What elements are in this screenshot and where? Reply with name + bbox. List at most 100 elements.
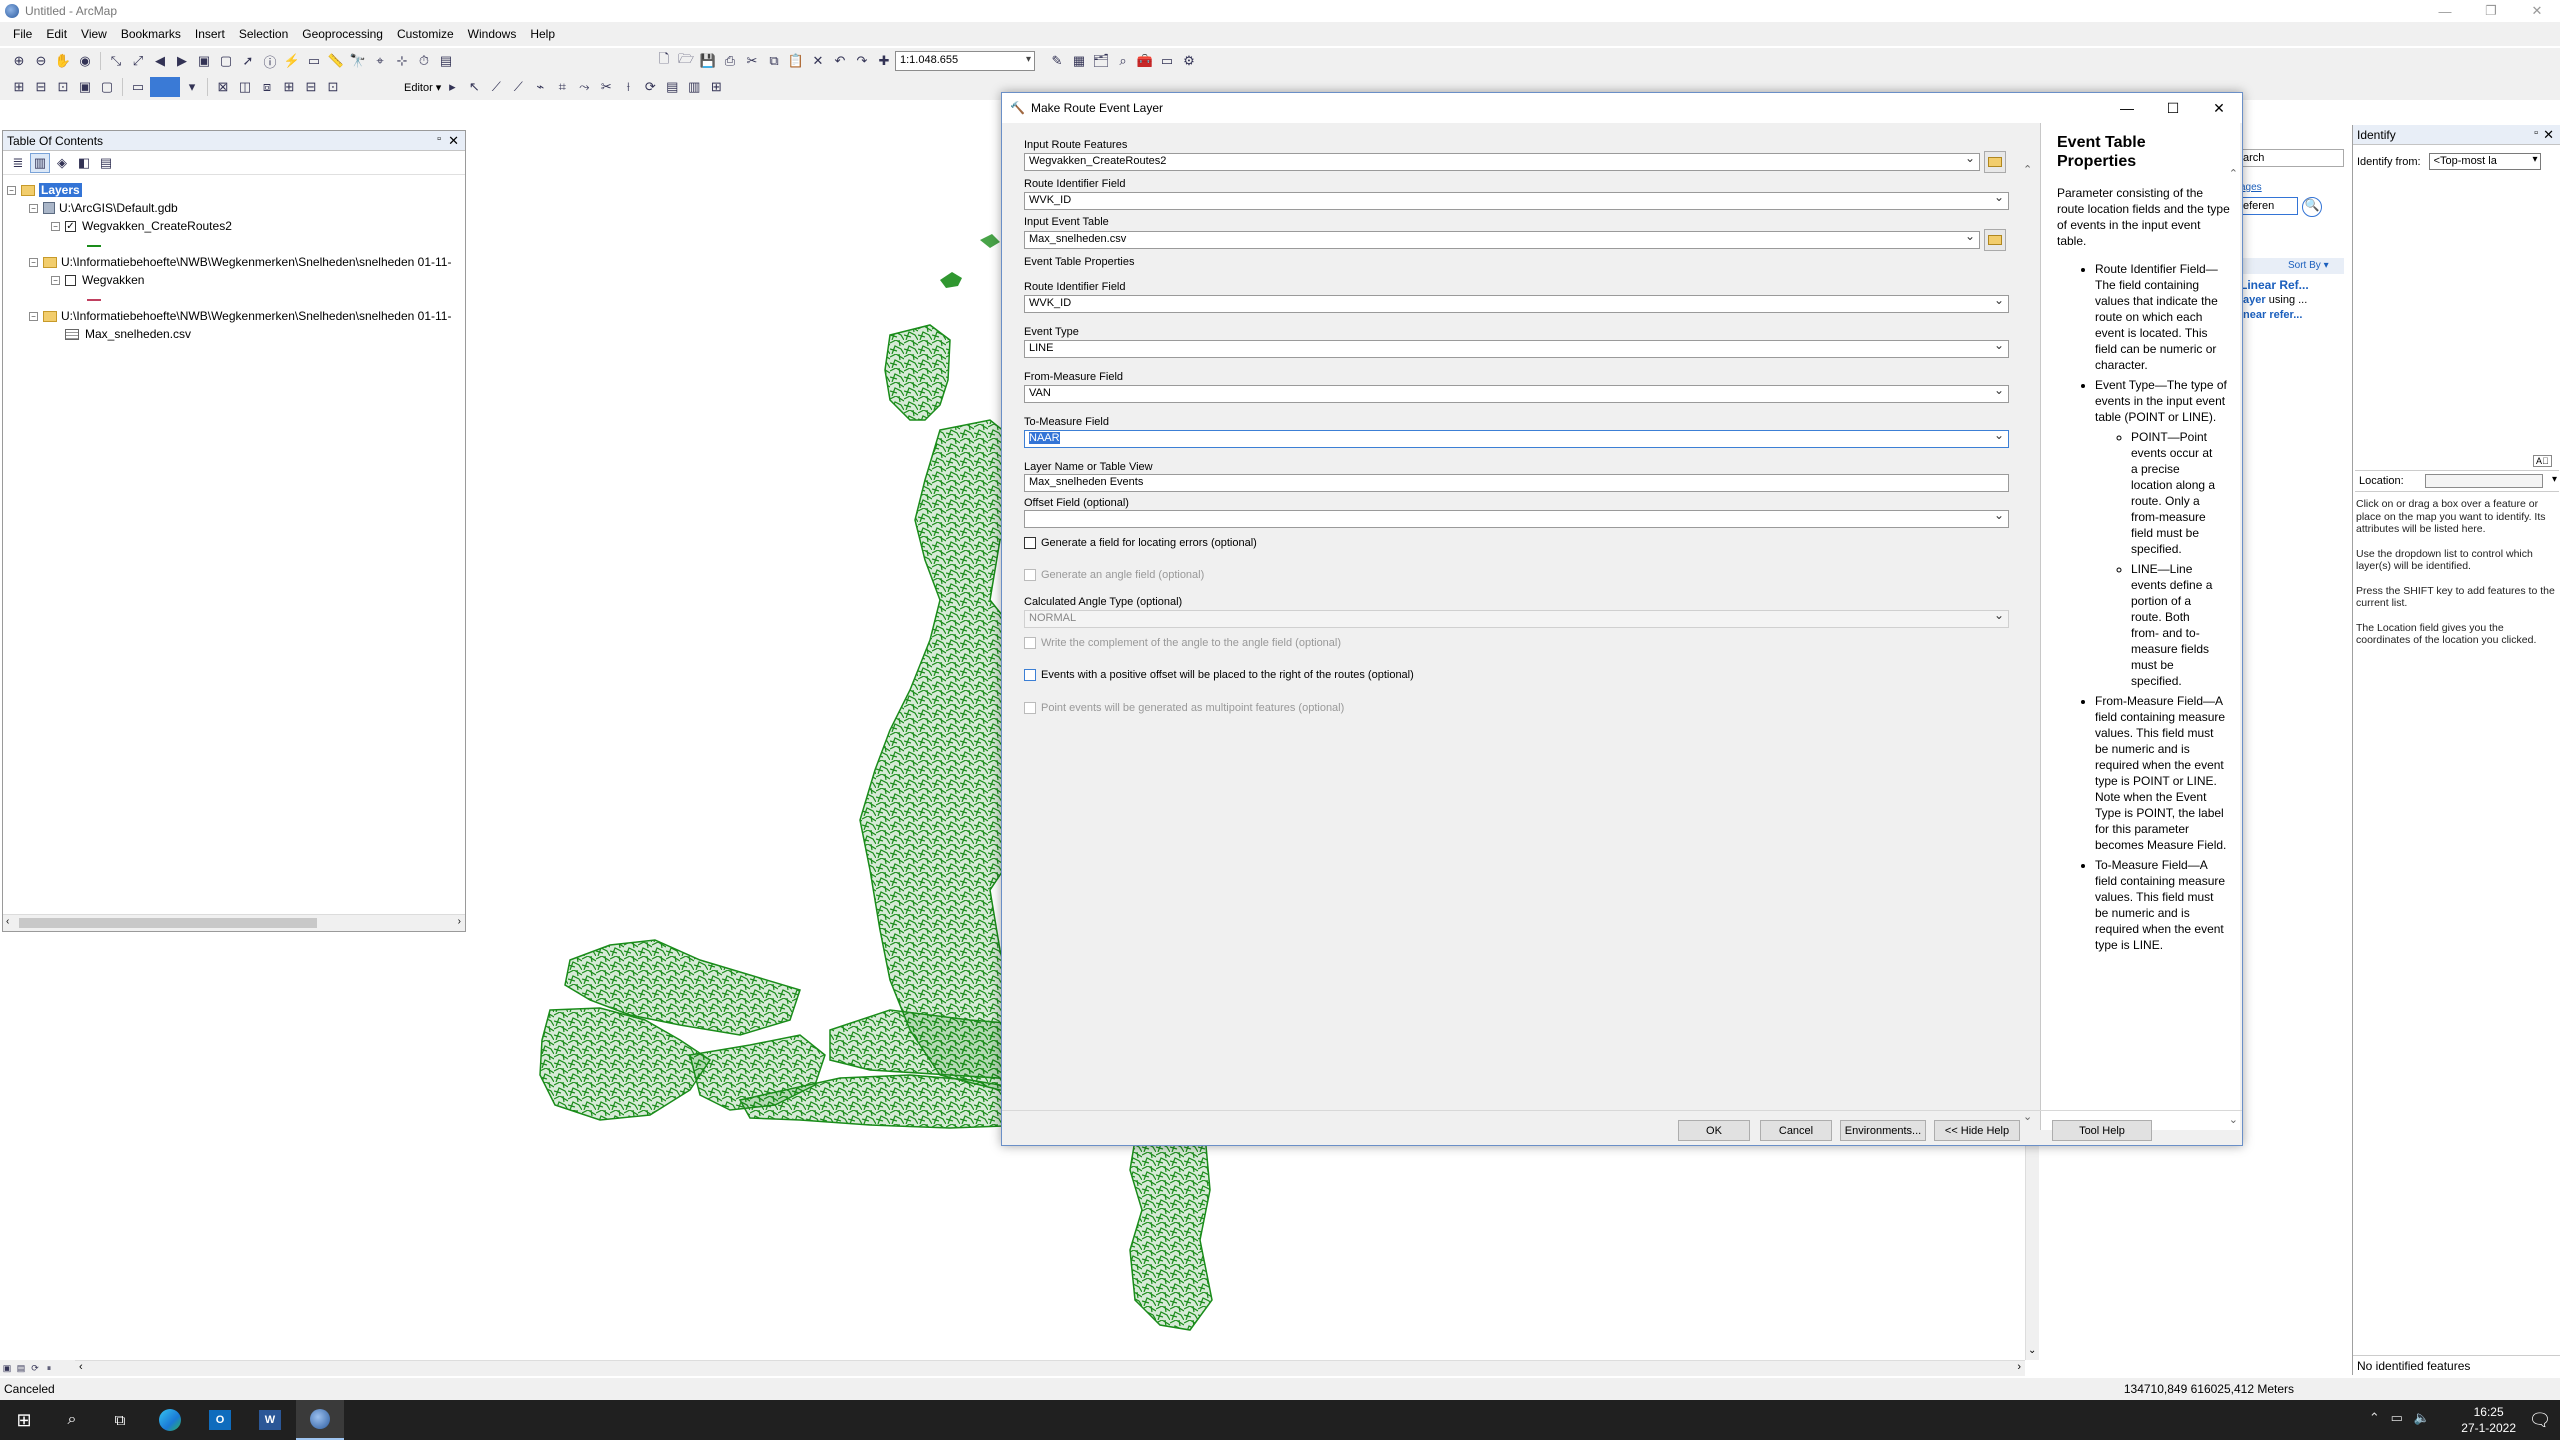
arcmap-taskbar-icon[interactable]: [296, 1400, 344, 1440]
trace-icon[interactable]: ⌁: [530, 77, 550, 97]
scroll-right-icon[interactable]: ›: [2017, 1361, 2021, 1373]
edit-tool-icon[interactable]: ▸: [442, 77, 462, 97]
chevron-up-icon[interactable]: ⌃: [2369, 1410, 2380, 1425]
menu-bookmarks[interactable]: Bookmarks: [114, 27, 188, 41]
advanced-edit-icon[interactable]: ⊡: [323, 77, 343, 97]
new-document-icon[interactable]: 🗋: [654, 51, 674, 71]
form-scrollbar[interactable]: ⌃ ⌄: [2021, 163, 2037, 1123]
tool-help-button[interactable]: Tool Help: [2052, 1120, 2152, 1141]
environments-button[interactable]: Environments...: [1840, 1120, 1926, 1141]
layout-page-icon[interactable]: ▢: [97, 77, 117, 97]
split-icon[interactable]: ⟊: [618, 77, 638, 97]
ok-button[interactable]: OK: [1678, 1120, 1750, 1141]
georef-icon[interactable]: ⊠: [213, 77, 233, 97]
table-of-contents-icon[interactable]: ▦: [1069, 51, 1089, 71]
refresh-icon[interactable]: ⟳: [29, 1362, 41, 1374]
pause-drawing-icon[interactable]: ⏸: [43, 1362, 55, 1374]
fixed-zoom-in-icon[interactable]: ⤡: [106, 51, 126, 71]
reshape-icon[interactable]: ⤳: [574, 77, 594, 97]
menu-customize[interactable]: Customize: [390, 27, 461, 41]
spatial-adjust-icon[interactable]: ⊟: [301, 77, 321, 97]
save-icon[interactable]: 💾: [698, 51, 718, 71]
find-route-icon[interactable]: ⌖: [370, 51, 390, 71]
fixed-zoom-out-icon[interactable]: ⤢: [128, 51, 148, 71]
collapse-icon[interactable]: −: [29, 257, 38, 267]
arctoolbox-icon[interactable]: 🧰: [1135, 51, 1155, 71]
create-features-icon[interactable]: ⊞: [706, 77, 726, 97]
list-by-selection-icon[interactable]: ◧: [74, 153, 94, 173]
python-icon[interactable]: ▭: [1157, 51, 1177, 71]
task-view-icon[interactable]: ⧉: [96, 1400, 144, 1440]
forward-extent-icon[interactable]: ▶: [172, 51, 192, 71]
layout-100-icon[interactable]: ▣: [75, 77, 95, 97]
notifications-icon[interactable]: 🗨: [2520, 1400, 2560, 1440]
layer-name-input[interactable]: Max_snelheden Events: [1024, 474, 2009, 492]
sort-by-menu[interactable]: Sort By ▾: [2240, 258, 2344, 274]
layout-pan-icon[interactable]: ⊟: [31, 77, 51, 97]
units-icon[interactable]: A⃓: [2533, 455, 2552, 467]
menu-insert[interactable]: Insert: [188, 27, 232, 41]
draw-icon[interactable]: ▭: [128, 77, 148, 97]
edit-vertices-icon[interactable]: ⌗: [552, 77, 572, 97]
hide-help-button[interactable]: << Hide Help: [1934, 1120, 2020, 1141]
toc-item-wegvakken-createroutes2[interactable]: − ✓ Wegvakken_CreateRoutes2: [51, 217, 232, 235]
cancel-button[interactable]: Cancel: [1760, 1120, 1832, 1141]
network-icon[interactable]: ⊞: [279, 77, 299, 97]
zoom-out-icon[interactable]: ⊖: [31, 51, 51, 71]
auto-hide-icon[interactable]: ▫: [2534, 127, 2538, 139]
scroll-right-icon[interactable]: ›: [458, 916, 461, 927]
layer-visibility-checkbox[interactable]: ✓: [65, 220, 76, 232]
toc-horizontal-scrollbar[interactable]: ‹ ›: [3, 914, 465, 931]
restore-button[interactable]: ❐: [2468, 0, 2514, 22]
collapse-icon[interactable]: −: [7, 185, 16, 195]
create-viewer-icon[interactable]: ▤: [436, 51, 456, 71]
menu-geoprocessing[interactable]: Geoprocessing: [295, 27, 390, 41]
offset-field-dropdown[interactable]: [1024, 508, 2009, 528]
layout-view-icon[interactable]: ▤: [15, 1362, 27, 1374]
find-icon[interactable]: 🔭: [348, 51, 368, 71]
data-view-icon[interactable]: ▣: [1, 1362, 13, 1374]
fill-color-swatch[interactable]: [150, 77, 180, 97]
toc-item-wegvakken[interactable]: − Wegvakken: [51, 271, 144, 289]
map-horizontal-scrollbar[interactable]: ‹ ›: [75, 1360, 2025, 1376]
input-event-dropdown[interactable]: Max_snelheden.csv: [1024, 229, 1980, 249]
snapping-icon[interactable]: ◫: [235, 77, 255, 97]
redo-icon[interactable]: ↷: [852, 51, 872, 71]
taskbar-clock[interactable]: 16:25 27-1-2022: [2461, 1404, 2516, 1436]
outlook-icon[interactable]: O: [196, 1400, 244, 1440]
collapse-icon[interactable]: −: [29, 203, 38, 213]
open-icon[interactable]: 🗁: [676, 51, 696, 71]
identify-icon[interactable]: ⓘ: [260, 51, 280, 71]
menu-windows[interactable]: Windows: [461, 27, 524, 41]
print-icon[interactable]: ⎙: [720, 51, 740, 71]
network-icon[interactable]: ▭: [2391, 1410, 2403, 1425]
copy-icon[interactable]: ⧉: [764, 51, 784, 71]
close-button[interactable]: ✕: [2514, 0, 2560, 22]
event-type-dropdown[interactable]: LINE: [1024, 338, 2009, 358]
volume-icon[interactable]: 🔈: [2414, 1410, 2430, 1425]
add-data-icon[interactable]: ✚: [874, 51, 894, 71]
sketch-properties-icon[interactable]: ▥: [684, 77, 704, 97]
multipoint-checkbox[interactable]: Point events will be generated as multip…: [1024, 702, 1344, 714]
search-scope-dropdown[interactable]: arch: [2240, 149, 2344, 167]
collapse-icon[interactable]: −: [51, 221, 60, 231]
location-units-icon[interactable]: ▾: [2552, 474, 2557, 485]
toc-item-snelheden-folder-1[interactable]: − U:\Informatiebehoefte\NWB\Wegkenmerken…: [29, 253, 451, 271]
search-link[interactable]: ages: [2240, 182, 2262, 193]
select-features-icon[interactable]: ▣: [194, 51, 214, 71]
dialog-minimize-button[interactable]: —: [2104, 93, 2150, 123]
toc-item-max-snelheden-csv[interactable]: Max_snelheden.csv: [65, 325, 191, 343]
hyperlink-icon[interactable]: ⚡: [282, 51, 302, 71]
paste-icon[interactable]: 📋: [786, 51, 806, 71]
generate-error-field-checkbox[interactable]: Generate a field for locating errors (op…: [1024, 537, 1257, 549]
layout-zoom-icon[interactable]: ⊞: [9, 77, 29, 97]
clear-selection-icon[interactable]: ▢: [216, 51, 236, 71]
to-measure-dropdown[interactable]: NAAR: [1024, 428, 2009, 448]
browse-route-button[interactable]: [1984, 151, 2006, 173]
select-elements-icon[interactable]: ➚: [238, 51, 258, 71]
map-scale-dropdown[interactable]: 1:1.048.655: [895, 51, 1035, 71]
scroll-left-icon[interactable]: ‹: [79, 1361, 83, 1373]
menu-help[interactable]: Help: [523, 27, 562, 41]
back-extent-icon[interactable]: ◀: [150, 51, 170, 71]
route-id-field-dropdown[interactable]: WVK_ID: [1024, 293, 2009, 313]
